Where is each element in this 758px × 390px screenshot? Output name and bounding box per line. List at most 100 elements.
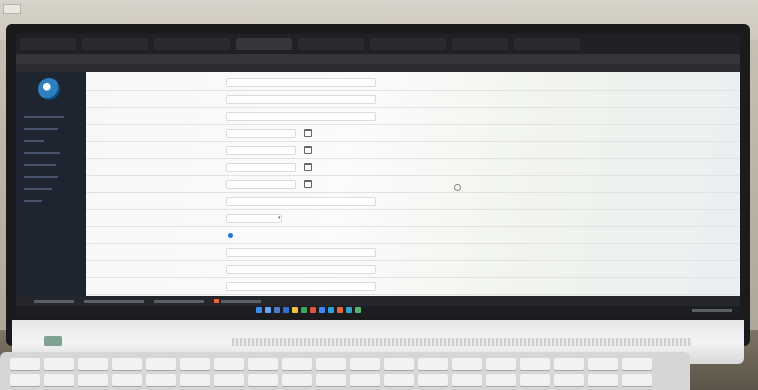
sidebar-item[interactable] xyxy=(24,140,44,142)
open-window-item[interactable] xyxy=(84,299,144,303)
chevron-down-icon: ▾ xyxy=(278,215,281,221)
browser-tab[interactable] xyxy=(514,38,580,50)
text-input[interactable] xyxy=(226,265,376,274)
date-input[interactable] xyxy=(226,146,296,155)
app-icon[interactable] xyxy=(328,307,334,313)
text-input[interactable] xyxy=(226,282,376,291)
wall-note xyxy=(3,4,21,14)
keyboard-key xyxy=(486,358,516,370)
sidebar-item[interactable] xyxy=(24,128,58,130)
browser-tab-strip xyxy=(16,34,740,54)
sidebar-item[interactable] xyxy=(24,200,42,202)
browser-tab[interactable] xyxy=(20,38,76,50)
window-accent-icon xyxy=(214,299,219,304)
folder-icon[interactable] xyxy=(292,307,298,313)
form-row xyxy=(86,195,740,210)
browser-tab[interactable] xyxy=(370,38,446,50)
keyboard-key xyxy=(588,374,618,386)
text-input[interactable] xyxy=(226,95,376,104)
calendar-icon[interactable] xyxy=(304,129,312,137)
address-bar[interactable] xyxy=(16,54,740,64)
keyboard-key xyxy=(112,358,142,370)
mouse-cursor xyxy=(454,184,461,191)
keyboard-key xyxy=(282,374,312,386)
keyboard-key xyxy=(520,358,550,370)
date-input[interactable] xyxy=(226,129,296,138)
keyboard-key xyxy=(384,374,414,386)
sidebar-item[interactable] xyxy=(24,176,58,178)
form-row xyxy=(86,144,740,159)
sidebar-item[interactable] xyxy=(24,188,52,190)
open-windows-bar xyxy=(16,296,740,306)
taskview-icon[interactable] xyxy=(274,307,280,313)
date-input[interactable] xyxy=(226,180,296,189)
keyboard-key xyxy=(452,374,482,386)
browser-icon[interactable] xyxy=(319,307,325,313)
sidebar-item[interactable] xyxy=(24,152,60,154)
keyboard-key xyxy=(78,374,108,386)
app-icon[interactable] xyxy=(337,307,343,313)
open-window-item[interactable] xyxy=(34,299,74,303)
calendar-icon[interactable] xyxy=(304,146,312,154)
form-row xyxy=(86,76,740,91)
app-icon[interactable] xyxy=(355,307,361,313)
browser-tab[interactable] xyxy=(82,38,148,50)
keyboard-key xyxy=(486,374,516,386)
browser-tab[interactable] xyxy=(298,38,364,50)
browser-tab[interactable] xyxy=(452,38,508,50)
date-input[interactable] xyxy=(226,163,296,172)
system-tray[interactable] xyxy=(692,309,732,312)
form-row xyxy=(86,229,740,244)
keyboard-key xyxy=(316,374,346,386)
keyboard-key xyxy=(316,358,346,370)
form-row xyxy=(86,127,740,142)
app-icon[interactable] xyxy=(283,307,289,313)
form-row: ▾ xyxy=(86,212,740,227)
keyboard-key xyxy=(180,374,210,386)
key-row xyxy=(10,358,652,370)
start-icon[interactable] xyxy=(256,307,262,313)
text-input[interactable] xyxy=(226,197,376,206)
sidebar-item[interactable] xyxy=(24,164,56,166)
app-icon[interactable] xyxy=(346,307,352,313)
keyboard-key xyxy=(350,358,380,370)
app-icon[interactable] xyxy=(310,307,316,313)
keyboard-key xyxy=(520,374,550,386)
monitor: ▾ xyxy=(6,24,750,364)
form-row xyxy=(86,178,740,193)
browser-tab[interactable] xyxy=(236,38,292,50)
brand-logo-icon xyxy=(44,336,62,346)
taskbar-app-icons xyxy=(256,307,361,313)
bookmarks-bar xyxy=(16,64,740,72)
keyboard-key xyxy=(418,358,448,370)
text-input[interactable] xyxy=(226,112,376,121)
radio-option[interactable] xyxy=(228,233,233,238)
keyboard-key xyxy=(146,358,176,370)
open-window-item[interactable] xyxy=(154,299,204,303)
calendar-icon[interactable] xyxy=(304,163,312,171)
key-row xyxy=(10,374,652,386)
form-row xyxy=(86,110,740,125)
keyboard-key xyxy=(214,374,244,386)
keyboard-key xyxy=(146,374,176,386)
text-input[interactable] xyxy=(226,78,376,87)
speaker-grille xyxy=(232,338,692,346)
browser-tab[interactable] xyxy=(154,38,230,50)
keyboard-key xyxy=(622,358,652,370)
search-icon[interactable] xyxy=(265,307,271,313)
app-logo-icon xyxy=(38,78,60,100)
app-icon[interactable] xyxy=(301,307,307,313)
keyboard-key xyxy=(384,358,414,370)
keyboard-key xyxy=(350,374,380,386)
calendar-icon[interactable] xyxy=(304,180,312,188)
app-sidebar xyxy=(16,72,86,296)
keyboard-key xyxy=(418,374,448,386)
sidebar-item[interactable] xyxy=(24,116,64,118)
keyboard xyxy=(0,352,690,390)
form-row xyxy=(86,161,740,176)
dropdown-select[interactable] xyxy=(226,214,282,223)
keyboard-key xyxy=(10,358,40,370)
text-input[interactable] xyxy=(226,248,376,257)
keyboard-key xyxy=(44,358,74,370)
open-window-item[interactable] xyxy=(214,299,261,304)
